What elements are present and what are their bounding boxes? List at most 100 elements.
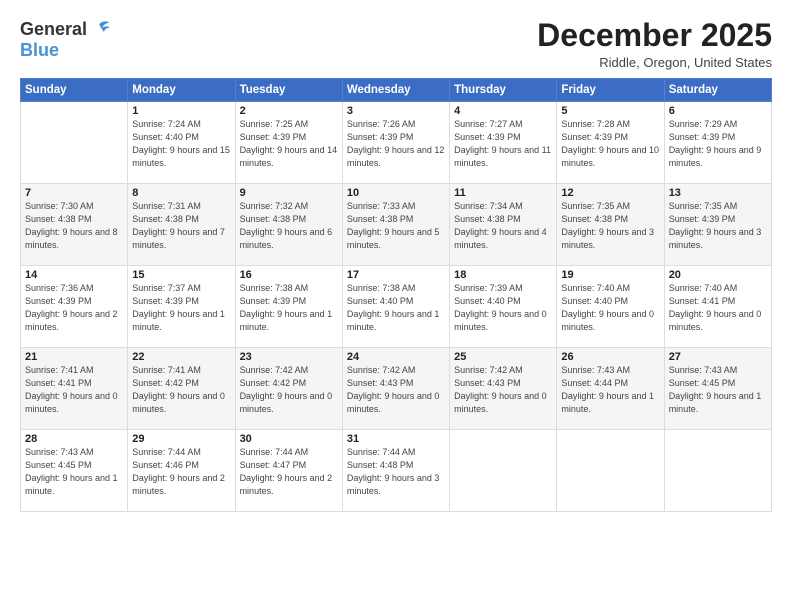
day-number: 10 xyxy=(347,187,445,199)
logo-bird-icon xyxy=(89,18,111,40)
day-number: 1 xyxy=(132,105,230,117)
day-number: 19 xyxy=(561,269,659,281)
calendar-week-row: 28Sunrise: 7:43 AMSunset: 4:45 PMDayligh… xyxy=(21,430,772,512)
day-number: 17 xyxy=(347,269,445,281)
day-number: 18 xyxy=(454,269,552,281)
day-info: Sunrise: 7:38 AMSunset: 4:40 PMDaylight:… xyxy=(347,282,445,334)
header-wednesday: Wednesday xyxy=(342,79,449,102)
day-number: 20 xyxy=(669,269,767,281)
day-number: 13 xyxy=(669,187,767,199)
table-row: 13Sunrise: 7:35 AMSunset: 4:39 PMDayligh… xyxy=(664,184,771,266)
calendar-week-row: 1Sunrise: 7:24 AMSunset: 4:40 PMDaylight… xyxy=(21,102,772,184)
table-row: 18Sunrise: 7:39 AMSunset: 4:40 PMDayligh… xyxy=(450,266,557,348)
day-info: Sunrise: 7:32 AMSunset: 4:38 PMDaylight:… xyxy=(240,200,338,252)
calendar-week-row: 14Sunrise: 7:36 AMSunset: 4:39 PMDayligh… xyxy=(21,266,772,348)
day-number: 22 xyxy=(132,351,230,363)
day-number: 21 xyxy=(25,351,123,363)
table-row: 19Sunrise: 7:40 AMSunset: 4:40 PMDayligh… xyxy=(557,266,664,348)
header-tuesday: Tuesday xyxy=(235,79,342,102)
table-row: 7Sunrise: 7:30 AMSunset: 4:38 PMDaylight… xyxy=(21,184,128,266)
day-info: Sunrise: 7:38 AMSunset: 4:39 PMDaylight:… xyxy=(240,282,338,334)
table-row: 20Sunrise: 7:40 AMSunset: 4:41 PMDayligh… xyxy=(664,266,771,348)
table-row: 27Sunrise: 7:43 AMSunset: 4:45 PMDayligh… xyxy=(664,348,771,430)
day-info: Sunrise: 7:26 AMSunset: 4:39 PMDaylight:… xyxy=(347,118,445,170)
day-number: 11 xyxy=(454,187,552,199)
day-info: Sunrise: 7:42 AMSunset: 4:43 PMDaylight:… xyxy=(454,364,552,416)
calendar-week-row: 21Sunrise: 7:41 AMSunset: 4:41 PMDayligh… xyxy=(21,348,772,430)
table-row: 3Sunrise: 7:26 AMSunset: 4:39 PMDaylight… xyxy=(342,102,449,184)
day-info: Sunrise: 7:25 AMSunset: 4:39 PMDaylight:… xyxy=(240,118,338,170)
calendar-table: Sunday Monday Tuesday Wednesday Thursday… xyxy=(20,78,772,512)
day-info: Sunrise: 7:29 AMSunset: 4:39 PMDaylight:… xyxy=(669,118,767,170)
day-info: Sunrise: 7:36 AMSunset: 4:39 PMDaylight:… xyxy=(25,282,123,334)
day-number: 16 xyxy=(240,269,338,281)
day-number: 29 xyxy=(132,433,230,445)
table-row: 31Sunrise: 7:44 AMSunset: 4:48 PMDayligh… xyxy=(342,430,449,512)
day-info: Sunrise: 7:44 AMSunset: 4:46 PMDaylight:… xyxy=(132,446,230,498)
day-number: 14 xyxy=(25,269,123,281)
day-number: 25 xyxy=(454,351,552,363)
month-title: December 2025 xyxy=(537,18,772,53)
day-info: Sunrise: 7:44 AMSunset: 4:47 PMDaylight:… xyxy=(240,446,338,498)
table-row: 29Sunrise: 7:44 AMSunset: 4:46 PMDayligh… xyxy=(128,430,235,512)
logo-general-text: General xyxy=(20,19,87,40)
table-row: 28Sunrise: 7:43 AMSunset: 4:45 PMDayligh… xyxy=(21,430,128,512)
page-header: General Blue December 2025 Riddle, Orego… xyxy=(20,18,772,70)
day-number: 31 xyxy=(347,433,445,445)
day-info: Sunrise: 7:44 AMSunset: 4:48 PMDaylight:… xyxy=(347,446,445,498)
day-number: 2 xyxy=(240,105,338,117)
day-info: Sunrise: 7:42 AMSunset: 4:43 PMDaylight:… xyxy=(347,364,445,416)
table-row: 12Sunrise: 7:35 AMSunset: 4:38 PMDayligh… xyxy=(557,184,664,266)
day-info: Sunrise: 7:42 AMSunset: 4:42 PMDaylight:… xyxy=(240,364,338,416)
day-number: 8 xyxy=(132,187,230,199)
day-number: 15 xyxy=(132,269,230,281)
day-number: 4 xyxy=(454,105,552,117)
table-row: 10Sunrise: 7:33 AMSunset: 4:38 PMDayligh… xyxy=(342,184,449,266)
day-number: 23 xyxy=(240,351,338,363)
table-row: 21Sunrise: 7:41 AMSunset: 4:41 PMDayligh… xyxy=(21,348,128,430)
table-row: 4Sunrise: 7:27 AMSunset: 4:39 PMDaylight… xyxy=(450,102,557,184)
table-row: 11Sunrise: 7:34 AMSunset: 4:38 PMDayligh… xyxy=(450,184,557,266)
header-friday: Friday xyxy=(557,79,664,102)
location-text: Riddle, Oregon, United States xyxy=(537,55,772,70)
table-row: 5Sunrise: 7:28 AMSunset: 4:39 PMDaylight… xyxy=(557,102,664,184)
day-info: Sunrise: 7:35 AMSunset: 4:38 PMDaylight:… xyxy=(561,200,659,252)
logo-blue-text: Blue xyxy=(20,40,59,61)
day-info: Sunrise: 7:35 AMSunset: 4:39 PMDaylight:… xyxy=(669,200,767,252)
calendar-header-row: Sunday Monday Tuesday Wednesday Thursday… xyxy=(21,79,772,102)
table-row xyxy=(557,430,664,512)
table-row: 6Sunrise: 7:29 AMSunset: 4:39 PMDaylight… xyxy=(664,102,771,184)
table-row: 23Sunrise: 7:42 AMSunset: 4:42 PMDayligh… xyxy=(235,348,342,430)
day-number: 30 xyxy=(240,433,338,445)
calendar-week-row: 7Sunrise: 7:30 AMSunset: 4:38 PMDaylight… xyxy=(21,184,772,266)
title-section: December 2025 Riddle, Oregon, United Sta… xyxy=(537,18,772,70)
day-info: Sunrise: 7:39 AMSunset: 4:40 PMDaylight:… xyxy=(454,282,552,334)
table-row: 17Sunrise: 7:38 AMSunset: 4:40 PMDayligh… xyxy=(342,266,449,348)
day-info: Sunrise: 7:40 AMSunset: 4:40 PMDaylight:… xyxy=(561,282,659,334)
day-number: 3 xyxy=(347,105,445,117)
table-row: 2Sunrise: 7:25 AMSunset: 4:39 PMDaylight… xyxy=(235,102,342,184)
header-saturday: Saturday xyxy=(664,79,771,102)
table-row: 26Sunrise: 7:43 AMSunset: 4:44 PMDayligh… xyxy=(557,348,664,430)
table-row: 25Sunrise: 7:42 AMSunset: 4:43 PMDayligh… xyxy=(450,348,557,430)
table-row: 15Sunrise: 7:37 AMSunset: 4:39 PMDayligh… xyxy=(128,266,235,348)
day-info: Sunrise: 7:41 AMSunset: 4:41 PMDaylight:… xyxy=(25,364,123,416)
table-row xyxy=(450,430,557,512)
day-info: Sunrise: 7:31 AMSunset: 4:38 PMDaylight:… xyxy=(132,200,230,252)
header-sunday: Sunday xyxy=(21,79,128,102)
table-row: 14Sunrise: 7:36 AMSunset: 4:39 PMDayligh… xyxy=(21,266,128,348)
day-info: Sunrise: 7:28 AMSunset: 4:39 PMDaylight:… xyxy=(561,118,659,170)
day-info: Sunrise: 7:43 AMSunset: 4:45 PMDaylight:… xyxy=(669,364,767,416)
day-info: Sunrise: 7:43 AMSunset: 4:44 PMDaylight:… xyxy=(561,364,659,416)
day-info: Sunrise: 7:37 AMSunset: 4:39 PMDaylight:… xyxy=(132,282,230,334)
day-number: 7 xyxy=(25,187,123,199)
day-info: Sunrise: 7:43 AMSunset: 4:45 PMDaylight:… xyxy=(25,446,123,498)
table-row xyxy=(664,430,771,512)
table-row: 9Sunrise: 7:32 AMSunset: 4:38 PMDaylight… xyxy=(235,184,342,266)
header-thursday: Thursday xyxy=(450,79,557,102)
table-row: 30Sunrise: 7:44 AMSunset: 4:47 PMDayligh… xyxy=(235,430,342,512)
day-number: 24 xyxy=(347,351,445,363)
day-info: Sunrise: 7:34 AMSunset: 4:38 PMDaylight:… xyxy=(454,200,552,252)
table-row: 24Sunrise: 7:42 AMSunset: 4:43 PMDayligh… xyxy=(342,348,449,430)
table-row: 22Sunrise: 7:41 AMSunset: 4:42 PMDayligh… xyxy=(128,348,235,430)
